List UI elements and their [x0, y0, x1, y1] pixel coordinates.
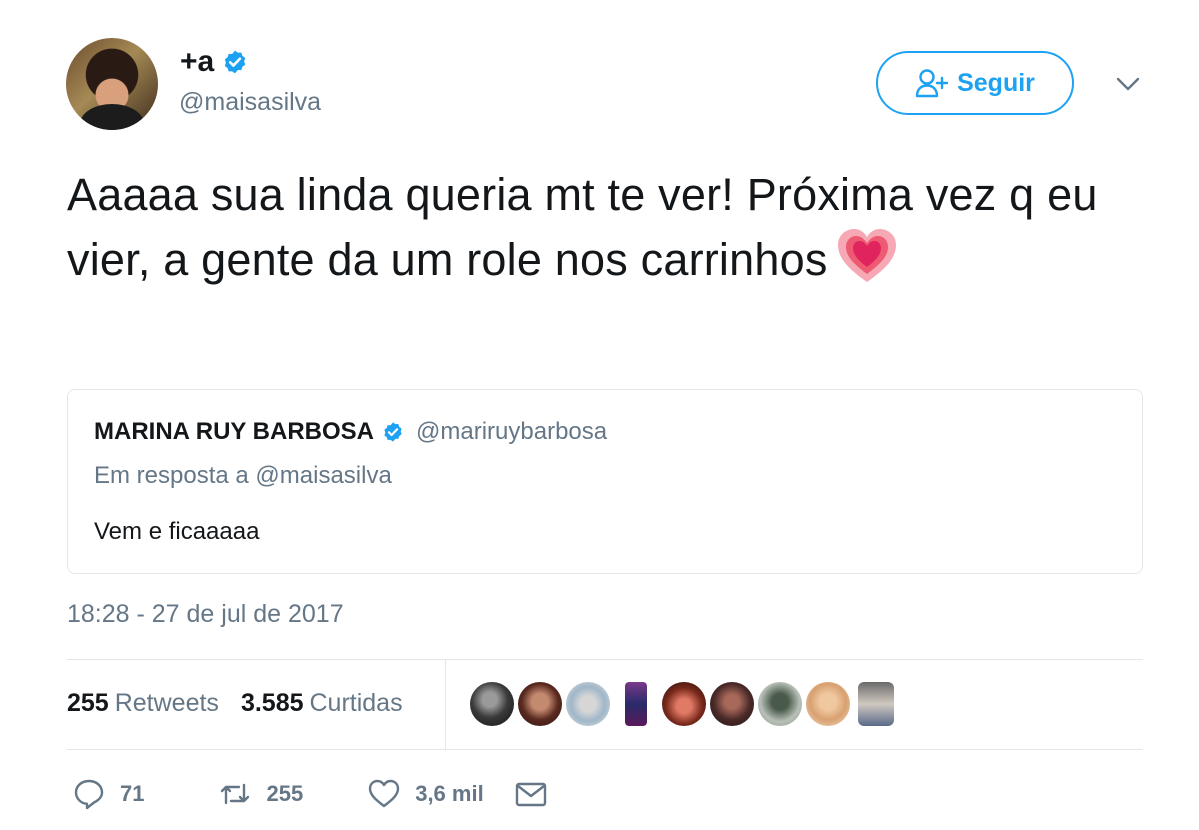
reply-button[interactable]: 71 [72, 777, 144, 811]
tweet-text: Aaaaa sua linda queria mt te ver! Próxim… [67, 163, 1147, 292]
quote-header: MARINA RUY BARBOSA @mariruybarbosa [94, 418, 607, 446]
liker-avatar[interactable] [518, 682, 562, 726]
heart-icon [369, 779, 400, 808]
retweet-button[interactable]: 255 [218, 777, 303, 811]
author-username[interactable]: @maisasilva [179, 88, 321, 117]
tweet-stats: 255 Retweets 3.585 Curtidas [67, 689, 403, 718]
direct-message-button[interactable] [514, 777, 548, 811]
reply-count: 71 [120, 781, 145, 806]
retweets-label: Retweets [114, 689, 219, 717]
display-name-text[interactable]: +a [180, 45, 214, 79]
tweet-text-body: Aaaaa sua linda queria mt te ver! Próxim… [67, 169, 1098, 285]
chevron-down-icon[interactable] [1114, 72, 1142, 96]
quote-author-name: MARINA RUY BARBOSA [94, 418, 375, 445]
liker-avatar[interactable] [662, 682, 706, 726]
quote-reply-context: Em resposta a @maisasilva [94, 462, 392, 489]
liker-avatar[interactable] [710, 682, 754, 726]
author-display-name[interactable]: +a [180, 42, 248, 82]
like-count: 3,6 mil [415, 781, 484, 806]
author-avatar[interactable] [66, 38, 158, 130]
retweet-icon [221, 783, 250, 805]
liker-avatar[interactable] [625, 682, 647, 726]
likes-stat[interactable]: 3.585 Curtidas [241, 689, 403, 718]
like-button[interactable]: 3,6 mil [367, 777, 484, 811]
tweet-timestamp[interactable]: 18:28 - 27 de jul de 2017 [67, 600, 344, 629]
retweets-stat[interactable]: 255 Retweets [67, 689, 219, 718]
stats-divider-top [67, 659, 1143, 660]
retweet-count: 255 [266, 781, 304, 806]
add-user-icon [915, 69, 949, 98]
envelope-icon [515, 782, 546, 807]
quote-author-username: @mariruybarbosa [416, 418, 608, 445]
stats-vertical-divider [445, 660, 446, 749]
stats-divider-bottom [67, 749, 1143, 750]
likes-label: Curtidas [309, 689, 403, 717]
liker-avatars [470, 682, 898, 726]
liker-avatar[interactable] [470, 682, 514, 726]
verified-icon [384, 422, 402, 442]
follow-label: Seguir [957, 68, 1035, 97]
quote-text: Vem e ficaaaaa [94, 518, 260, 545]
verified-icon [225, 50, 246, 74]
growing-heart-emoji [837, 229, 896, 282]
quoted-tweet[interactable]: MARINA RUY BARBOSA @mariruybarbosa Em re… [67, 389, 1143, 574]
tweet-actions: 71 255 3,6 mil [72, 774, 548, 814]
follow-button[interactable]: Seguir [876, 51, 1074, 115]
liker-avatar[interactable] [858, 682, 894, 726]
retweets-count: 255 [67, 689, 109, 717]
likes-count: 3.585 [240, 689, 304, 717]
liker-avatar[interactable] [758, 682, 802, 726]
reply-icon [74, 779, 104, 810]
liker-avatar[interactable] [806, 682, 850, 726]
liker-avatar[interactable] [566, 682, 610, 726]
